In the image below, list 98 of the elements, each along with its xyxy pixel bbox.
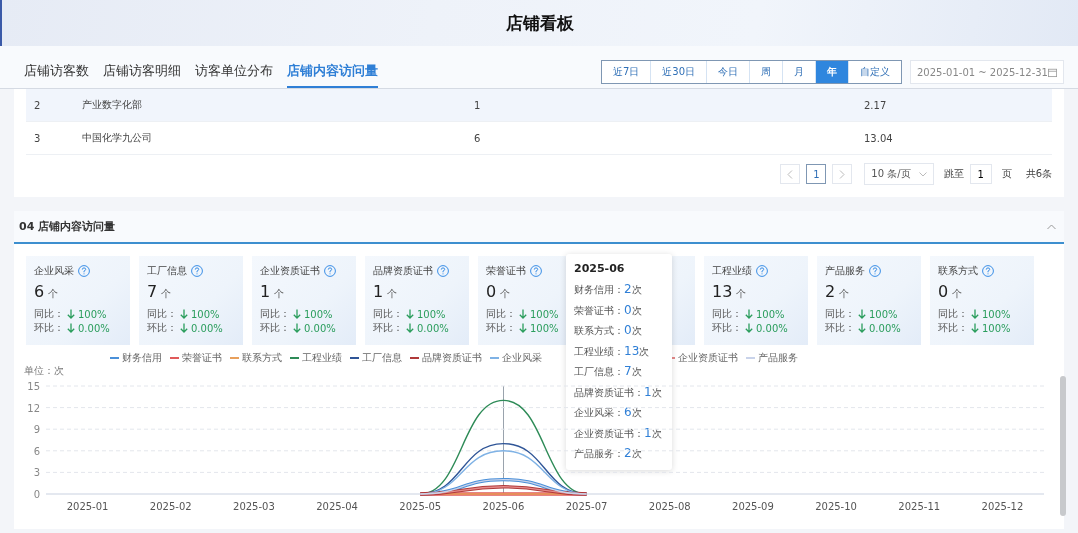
tooltip-entry: 企业资质证书：1次	[574, 424, 663, 442]
change-value: 0.00%	[756, 322, 788, 334]
change-value: 100%	[530, 308, 559, 320]
card-value: 1	[373, 282, 384, 301]
change-label: 环比：	[938, 321, 968, 335]
tooltip-entry: 联系方式：0次	[574, 322, 643, 339]
y-tick-label: 12	[27, 402, 40, 414]
table-cell-text: 1	[474, 99, 482, 111]
change-label: 同比：	[147, 307, 177, 321]
x-tick-label: 2025-05	[399, 501, 442, 512]
card-value: 6	[34, 282, 45, 301]
tooltip-entry: 企业风采：6次	[574, 404, 643, 421]
y-tick-label: 9	[33, 424, 40, 436]
card-title: 企业风采	[34, 264, 74, 278]
page-unit: 页	[1001, 167, 1012, 181]
card-unit: 个	[952, 287, 963, 301]
card-unit: 个	[736, 287, 747, 301]
change-label: 同比：	[373, 307, 403, 321]
axis-unit-label: 单位：次	[24, 364, 64, 378]
change-value: 0.00%	[869, 322, 901, 334]
x-tick-label: 2025-07	[565, 501, 608, 512]
tooltip-entry: 产品服务：2次	[574, 445, 643, 462]
card-unit: 个	[500, 287, 511, 301]
x-tick-label: 2025-10	[815, 501, 857, 512]
card-value: 2	[825, 282, 836, 301]
x-tick-label: 2025-12	[981, 501, 1024, 512]
x-tick-label: 2025-08	[648, 501, 691, 512]
card-title: 品牌资质证书	[373, 264, 433, 278]
change-label: 环比：	[34, 321, 64, 335]
tooltip-entry: 财务信用：2次	[574, 281, 643, 298]
table-cell-text: 产业数字化部	[82, 98, 143, 112]
change-value: 0.00%	[78, 322, 110, 334]
change-label: 环比：	[825, 321, 855, 335]
change-value: 100%	[756, 308, 785, 320]
x-tick-label: 2025-06	[482, 501, 525, 512]
change-label: 环比：	[712, 321, 742, 335]
card-unit: 个	[839, 287, 850, 301]
tooltip-entry: 工程业绩：13次	[574, 342, 651, 360]
card-title: 联系方式	[938, 264, 978, 278]
table-cell-text: 3	[33, 132, 42, 144]
change-value: 100%	[78, 308, 107, 320]
change-label: 同比：	[34, 307, 64, 321]
card-unit: 个	[161, 287, 172, 301]
change-label: 环比：	[147, 321, 177, 335]
change-value: 100%	[191, 308, 220, 320]
card-unit: 个	[387, 287, 398, 301]
change-label: 环比：	[486, 321, 516, 335]
change-label: 同比：	[712, 307, 742, 321]
change-value: 100%	[982, 322, 1011, 334]
table-cell-text: 中国化学九公司	[82, 131, 153, 145]
change-label: 同比：	[486, 307, 516, 321]
change-label: 环比：	[260, 321, 290, 335]
tooltip-title: 2025-06	[574, 262, 626, 275]
table-cell-text: 6	[474, 132, 482, 144]
tooltip-entry: 荣誉证书：0次	[574, 301, 643, 319]
card-unit: 个	[48, 287, 59, 301]
change-label: 同比：	[825, 307, 855, 321]
x-tick-label: 2025-04	[316, 501, 358, 512]
card-title: 产品服务	[825, 264, 865, 278]
change-label: 同比：	[260, 307, 290, 321]
x-tick-label: 2025-02	[149, 501, 192, 512]
change-value: 100%	[982, 308, 1011, 320]
card-unit: 个	[274, 287, 285, 301]
y-tick-label: 15	[27, 381, 40, 392]
x-tick-label: 2025-09	[732, 501, 774, 512]
change-value: 100%	[304, 308, 333, 320]
card-value: 1	[260, 282, 271, 301]
page-title: 店铺看板	[506, 12, 574, 35]
change-value: 0.00%	[191, 322, 223, 334]
change-value: 100%	[869, 308, 898, 320]
change-value: 0.00%	[304, 322, 336, 334]
total-count: 共6条	[1025, 167, 1052, 181]
change-label: 环比：	[373, 321, 403, 335]
card-value: 7	[147, 282, 158, 301]
card-title: 企业资质证书	[260, 264, 320, 278]
card-value: 0	[938, 282, 949, 301]
y-tick-label: 3	[33, 467, 40, 479]
tooltip-entry: 品牌资质证书：1次	[574, 383, 663, 401]
change-label: 同比：	[938, 307, 968, 321]
section-title: 04 店铺内容访问量	[19, 219, 116, 234]
card-title: 荣誉证书	[486, 264, 526, 278]
tooltip-entry: 工厂信息：7次	[574, 363, 643, 380]
change-value: 100%	[530, 322, 559, 334]
card-value: 0	[486, 282, 497, 301]
change-value: 0.00%	[417, 322, 449, 334]
card-title: 工厂信息	[147, 264, 187, 278]
table-cell-text: 13.04	[864, 132, 894, 144]
card-title: 工程业绩	[712, 264, 752, 278]
x-tick-label: 2025-01	[66, 501, 109, 512]
jump-label: 跳至	[943, 167, 964, 181]
x-tick-label: 2025-03	[233, 501, 275, 512]
x-tick-label: 2025-11	[898, 501, 941, 512]
card-value: 13	[712, 282, 733, 301]
table-cell-text: 2	[33, 99, 42, 111]
y-tick-label: 6	[33, 445, 40, 457]
change-value: 100%	[417, 308, 446, 320]
y-tick-label: 0	[33, 489, 40, 500]
table-cell-text: 2.17	[864, 99, 888, 111]
